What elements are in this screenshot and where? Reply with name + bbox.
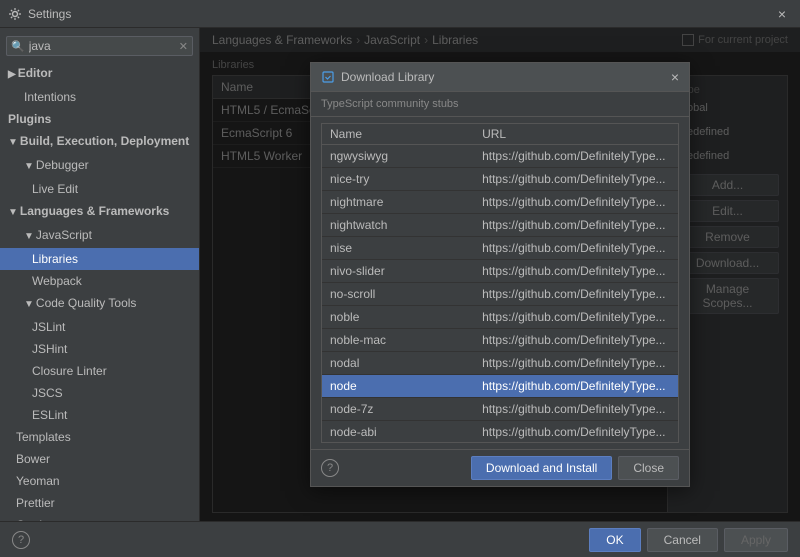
sidebar-item-prettier[interactable]: Prettier bbox=[0, 492, 199, 514]
modal-row-name: noble bbox=[322, 306, 474, 329]
arrow-icon: ▼ bbox=[24, 296, 34, 314]
search-box[interactable]: 🔍 ✕ bbox=[6, 36, 193, 56]
modal-row[interactable]: nightwatchhttps://github.com/DefinitelyT… bbox=[322, 214, 678, 237]
arrow-icon: ▼ bbox=[8, 204, 18, 222]
modal-row[interactable]: nice-tryhttps://github.com/DefinitelyTyp… bbox=[322, 168, 678, 191]
arrow-icon: ▼ bbox=[24, 158, 34, 176]
modal-col-name: Name bbox=[322, 124, 474, 145]
modal-overlay: Download Library × TypeScript community … bbox=[200, 28, 800, 521]
sidebar-item-yeoman[interactable]: Yeoman bbox=[0, 470, 199, 492]
sidebar-item-templates[interactable]: Templates bbox=[0, 426, 199, 448]
modal-close-icon[interactable]: × bbox=[671, 69, 679, 85]
modal-help-button[interactable]: ? bbox=[321, 459, 339, 477]
ok-button[interactable]: OK bbox=[589, 528, 640, 552]
modal-row-name: nightmare bbox=[322, 191, 474, 214]
sidebar-item-closure-linter[interactable]: Closure Linter bbox=[0, 360, 199, 382]
modal-row-name: nodal bbox=[322, 352, 474, 375]
modal-row-url: https://github.com/DefinitelyType... bbox=[474, 168, 678, 191]
bottom-bar: ? OK Cancel Apply bbox=[0, 521, 800, 557]
modal-row-name: noble-mac bbox=[322, 329, 474, 352]
help-button[interactable]: ? bbox=[12, 531, 30, 549]
modal-footer: ? Download and Install Close bbox=[311, 449, 689, 486]
close-icon[interactable]: × bbox=[772, 4, 792, 24]
modal-row-url: https://github.com/DefinitelyType... bbox=[474, 329, 678, 352]
modal-col-url: URL bbox=[474, 124, 678, 145]
modal-row-url: https://github.com/DefinitelyType... bbox=[474, 283, 678, 306]
modal-row-url: https://github.com/DefinitelyType... bbox=[474, 398, 678, 421]
sidebar-item-cordova[interactable]: Cordova bbox=[0, 514, 199, 521]
modal-row-url: https://github.com/DefinitelyType... bbox=[474, 375, 678, 398]
sidebar-item-jshint[interactable]: JSHint bbox=[0, 338, 199, 360]
modal-row-url: https://github.com/DefinitelyType... bbox=[474, 191, 678, 214]
arrow-icon: ▼ bbox=[24, 228, 34, 246]
apply-button[interactable]: Apply bbox=[724, 528, 788, 552]
modal-subtitle: TypeScript community stubs bbox=[311, 92, 689, 117]
modal-row[interactable]: no-scrollhttps://github.com/DefinitelyTy… bbox=[322, 283, 678, 306]
modal-row-name: node bbox=[322, 375, 474, 398]
modal-row[interactable]: nodalhttps://github.com/DefinitelyType..… bbox=[322, 352, 678, 375]
search-input[interactable] bbox=[29, 39, 169, 53]
content-area: Languages & Frameworks › JavaScript › Li… bbox=[200, 28, 800, 521]
sidebar-item-javascript[interactable]: ▼JavaScript bbox=[0, 224, 199, 248]
modal-row-name: nice-try bbox=[322, 168, 474, 191]
sidebar-item-jscs[interactable]: JSCS bbox=[0, 382, 199, 404]
modal-row[interactable]: ngwysiwyghttps://github.com/DefinitelyTy… bbox=[322, 145, 678, 168]
download-install-button[interactable]: Download and Install bbox=[471, 456, 612, 480]
sidebar-item-debugger[interactable]: ▼Debugger bbox=[0, 154, 199, 178]
modal-row-url: https://github.com/DefinitelyType... bbox=[474, 260, 678, 283]
modal-row-name: ngwysiwyg bbox=[322, 145, 474, 168]
modal-row-url: https://github.com/DefinitelyType... bbox=[474, 352, 678, 375]
sidebar-item-jslint[interactable]: JSLint bbox=[0, 316, 199, 338]
modal-row[interactable]: nisehttps://github.com/DefinitelyType... bbox=[322, 237, 678, 260]
modal-close-button[interactable]: Close bbox=[618, 456, 679, 480]
sidebar: 🔍 ✕ ▶Editor Intentions Plugins ▼Build, E… bbox=[0, 28, 200, 521]
modal-row[interactable]: noble-machttps://github.com/DefinitelyTy… bbox=[322, 329, 678, 352]
clear-icon[interactable]: ✕ bbox=[179, 40, 188, 53]
modal-row-url: https://github.com/DefinitelyType... bbox=[474, 145, 678, 168]
modal-title: Download Library bbox=[341, 70, 671, 84]
modal-row-name: nise bbox=[322, 237, 474, 260]
sidebar-item-libraries[interactable]: Libraries bbox=[0, 248, 199, 270]
modal-row-name: nivo-slider bbox=[322, 260, 474, 283]
modal-row-name: no-scroll bbox=[322, 283, 474, 306]
modal-row-url: https://github.com/DefinitelyType... bbox=[474, 421, 678, 444]
modal-row[interactable]: nightmarehttps://github.com/DefinitelyTy… bbox=[322, 191, 678, 214]
modal-row-url: https://github.com/DefinitelyType... bbox=[474, 237, 678, 260]
sidebar-item-code-quality[interactable]: ▼Code Quality Tools bbox=[0, 292, 199, 316]
modal-row-name: nightwatch bbox=[322, 214, 474, 237]
modal-row[interactable]: node-abihttps://github.com/DefinitelyTyp… bbox=[322, 421, 678, 444]
sidebar-item-editor[interactable]: ▶Editor bbox=[0, 62, 199, 86]
main-layout: 🔍 ✕ ▶Editor Intentions Plugins ▼Build, E… bbox=[0, 28, 800, 521]
settings-icon bbox=[8, 7, 22, 21]
search-icon: 🔍 bbox=[11, 40, 25, 53]
download-library-modal: Download Library × TypeScript community … bbox=[310, 62, 690, 487]
sidebar-item-intentions[interactable]: Intentions bbox=[0, 86, 199, 108]
title-bar-text: Settings bbox=[28, 7, 71, 21]
sidebar-item-plugins[interactable]: Plugins bbox=[0, 108, 199, 130]
modal-table: Name URL ngwysiwyghttps://github.com/Def… bbox=[322, 124, 678, 443]
sidebar-item-languages[interactable]: ▼Languages & Frameworks bbox=[0, 200, 199, 224]
modal-title-bar: Download Library × bbox=[311, 63, 689, 92]
modal-row-url: https://github.com/DefinitelyType... bbox=[474, 306, 678, 329]
modal-table-area[interactable]: Name URL ngwysiwyghttps://github.com/Def… bbox=[321, 123, 679, 443]
modal-row[interactable]: node-7zhttps://github.com/DefinitelyType… bbox=[322, 398, 678, 421]
modal-row[interactable]: nivo-sliderhttps://github.com/Definitely… bbox=[322, 260, 678, 283]
sidebar-item-live-edit[interactable]: Live Edit bbox=[0, 178, 199, 200]
modal-row-name: node-7z bbox=[322, 398, 474, 421]
cancel-button[interactable]: Cancel bbox=[647, 528, 718, 552]
title-bar: Settings × bbox=[0, 0, 800, 28]
modal-row[interactable]: noblehttps://github.com/DefinitelyType..… bbox=[322, 306, 678, 329]
modal-icon bbox=[321, 70, 335, 84]
arrow-icon: ▼ bbox=[8, 134, 18, 152]
modal-row-url: https://github.com/DefinitelyType... bbox=[474, 214, 678, 237]
modal-row[interactable]: nodehttps://github.com/DefinitelyType... bbox=[322, 375, 678, 398]
sidebar-item-webpack[interactable]: Webpack bbox=[0, 270, 199, 292]
arrow-icon: ▶ bbox=[8, 66, 16, 84]
modal-row-name: node-abi bbox=[322, 421, 474, 444]
sidebar-item-eslint[interactable]: ESLint bbox=[0, 404, 199, 426]
sidebar-item-build[interactable]: ▼Build, Execution, Deployment bbox=[0, 130, 199, 154]
sidebar-item-bower[interactable]: Bower bbox=[0, 448, 199, 470]
